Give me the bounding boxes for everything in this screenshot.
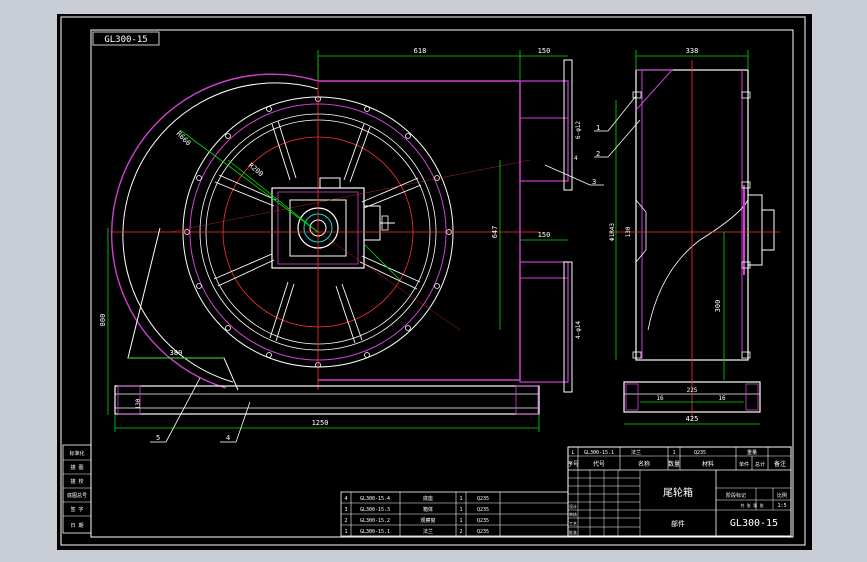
- tb-stage-label: 阶段标记: [726, 492, 746, 499]
- svg-text:1: 1: [459, 518, 462, 524]
- svg-text:1: 1: [459, 507, 462, 513]
- strip-base-no: 底图总号: [67, 492, 87, 499]
- drawing-title: 尾轮箱: [663, 486, 693, 499]
- dim-gap: 4: [574, 155, 578, 162]
- svg-text:法兰: 法兰: [423, 528, 433, 535]
- svg-text:3: 3: [344, 507, 347, 513]
- strip-trace: 描 图: [70, 464, 83, 471]
- svg-text:Q235: Q235: [477, 518, 489, 524]
- dim-bolt-hole-a: 6-φ12: [575, 121, 582, 139]
- tb-row-qty: 1: [672, 450, 675, 456]
- dim-top-flange: 150: [538, 47, 551, 55]
- tb-header-total: 总计: [755, 461, 765, 468]
- code-box-label: GL300-15: [104, 35, 147, 45]
- tb-sheet-label: 共 张 第 张: [740, 502, 763, 508]
- svg-text:GL300-15.4: GL300-15.4: [360, 496, 390, 502]
- svg-text:4: 4: [344, 496, 347, 502]
- tb-part-label: 部件: [671, 519, 685, 528]
- tb-sign-approve: 批准: [569, 529, 577, 535]
- strip-trace-check: 描 校: [70, 478, 83, 485]
- dim-right-top-width: 338: [686, 47, 699, 55]
- svg-text:Q235: Q235: [477, 507, 489, 513]
- tb-sign-design: 设计: [569, 503, 577, 509]
- dim-bottom-overall: 1250: [312, 419, 329, 427]
- dim-base-height: 130: [135, 398, 142, 409]
- dim-left-height: 800: [99, 314, 107, 327]
- dim-right-inner: 130: [625, 226, 632, 237]
- tb-header-unit: 单件: [739, 461, 749, 468]
- cad-drawing-canvas: GL300-15 R660 R200 618 150 150 647 800 1…: [0, 0, 867, 562]
- dim-right-base-c: 16: [718, 395, 726, 402]
- svg-text:1: 1: [344, 529, 347, 535]
- dim-right-tag: Φ1R43: [609, 223, 616, 241]
- tb-sign-process: 工艺: [569, 521, 577, 526]
- balloon-1: 1: [596, 124, 600, 132]
- dim-chute-width: 380: [170, 349, 183, 357]
- tb-header-name: 名称: [638, 460, 650, 468]
- svg-text:GL300-15.3: GL300-15.3: [360, 507, 390, 513]
- svg-text:GL300-15.2: GL300-15.2: [360, 518, 390, 524]
- svg-text:观察窗: 观察窗: [420, 517, 435, 524]
- svg-text:2: 2: [459, 529, 462, 535]
- strip-date: 日 期: [70, 523, 83, 529]
- tb-header-qty: 数量: [668, 460, 680, 468]
- dim-right-base-b: 225: [687, 387, 698, 394]
- svg-text:GL300-15.1: GL300-15.1: [360, 529, 390, 535]
- balloon-5: 5: [156, 434, 160, 442]
- dim-mid-flange: 150: [538, 231, 551, 239]
- dim-right-base-a: 16: [656, 395, 664, 402]
- balloon-3: 3: [592, 178, 596, 186]
- tb-weight-label: 重量: [747, 449, 757, 456]
- balloon-4: 4: [226, 434, 230, 442]
- svg-text:底座: 底座: [423, 495, 433, 502]
- tb-header-remark: 备注: [774, 460, 786, 468]
- tb-scale-value: 1:5: [777, 503, 786, 509]
- dim-right-vertical: 300: [714, 300, 722, 313]
- svg-text:Q235: Q235: [477, 529, 489, 535]
- tb-sign-review: 审核: [569, 511, 577, 517]
- tb-header-material: 材料: [702, 460, 714, 468]
- svg-text:Q235: Q235: [477, 496, 489, 502]
- tb-row-code: GL300-15.1: [584, 450, 614, 456]
- balloon-2: 2: [596, 150, 600, 158]
- dim-right-bottom-width: 425: [686, 415, 699, 423]
- svg-text:1: 1: [459, 496, 462, 502]
- strip-sign: 签 字: [70, 506, 83, 513]
- tb-header-code: 代号: [593, 460, 605, 468]
- dim-top-overall: 618: [414, 47, 427, 55]
- tb-row-no: L: [571, 450, 574, 456]
- tb-row-name: 法兰: [631, 449, 641, 456]
- strip-standard: 标准化: [69, 450, 84, 457]
- dim-bolt-hole-b: 4-φ14: [575, 321, 582, 339]
- svg-text:2: 2: [344, 518, 347, 524]
- tb-row-material: Q235: [694, 450, 706, 456]
- tb-scale-label: 比例: [777, 492, 787, 499]
- tb-header-no: 序号: [567, 460, 579, 468]
- dim-vertical-main: 647: [491, 226, 499, 239]
- svg-text:箱体: 箱体: [423, 506, 433, 513]
- drawing-number: GL300-15: [730, 518, 778, 529]
